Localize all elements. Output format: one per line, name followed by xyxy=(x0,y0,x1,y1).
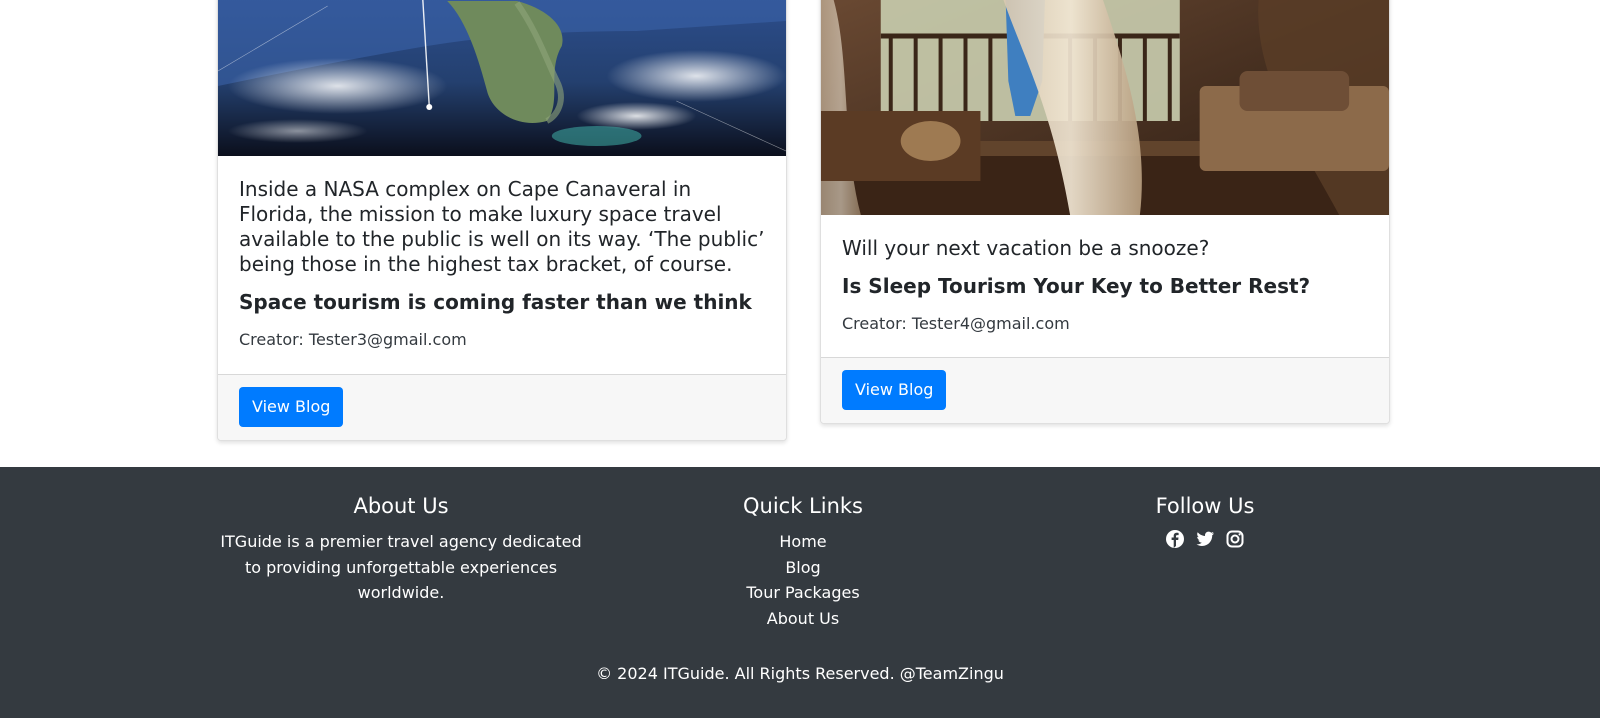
footer-link-item: Blog xyxy=(613,555,993,581)
blog-card: Inside a NASA complex on Cape Canaveral … xyxy=(217,0,787,441)
footer-copyright: © 2024 ITGuide. All Rights Reserved. @Te… xyxy=(596,664,1004,683)
social-icons xyxy=(1015,529,1395,549)
card-image-space xyxy=(218,0,786,156)
twitter-icon[interactable] xyxy=(1195,529,1215,549)
blog-cards-section: Inside a NASA complex on Cape Canaveral … xyxy=(0,0,1600,467)
footer-link-tour-packages[interactable]: Tour Packages xyxy=(746,583,859,602)
facebook-icon[interactable] xyxy=(1165,529,1185,549)
view-blog-button[interactable]: View Blog xyxy=(239,387,344,427)
footer-quick-links-list: Home Blog Tour Packages About Us xyxy=(613,529,993,631)
footer-follow-section: Follow Us xyxy=(1015,493,1395,549)
blog-card: Will your next vacation be a snooze? Is … xyxy=(820,0,1390,424)
footer-link-item: About Us xyxy=(613,606,993,632)
card-text: Will your next vacation be a snooze? xyxy=(842,236,1210,260)
footer-about-heading: About Us xyxy=(353,494,449,518)
footer-about-section: About Us ITGuide is a premier travel age… xyxy=(211,493,591,606)
card-body: Will your next vacation be a snooze? Is … xyxy=(842,236,1371,334)
view-blog-button[interactable]: View Blog xyxy=(842,370,947,410)
card-body: Inside a NASA complex on Cape Canaveral … xyxy=(239,177,768,350)
card-title: Is Sleep Tourism Your Key to Better Rest… xyxy=(842,274,1311,298)
card-text: Inside a NASA complex on Cape Canaveral … xyxy=(239,177,765,276)
card-footer: View Blog xyxy=(821,357,1389,423)
footer-link-item: Home xyxy=(613,529,993,555)
site-footer: About Us ITGuide is a premier travel age… xyxy=(0,467,1600,718)
footer-link-home[interactable]: Home xyxy=(779,532,826,551)
footer-link-blog[interactable]: Blog xyxy=(785,558,820,577)
card-title: Space tourism is coming faster than we t… xyxy=(239,290,752,314)
card-image-sleep-resort xyxy=(821,0,1389,215)
card-creator: Creator: Tester3@gmail.com xyxy=(239,330,467,349)
card-footer: View Blog xyxy=(218,374,786,440)
footer-quick-links-section: Quick Links Home Blog Tour Packages Abou… xyxy=(613,493,993,631)
footer-follow-heading: Follow Us xyxy=(1155,494,1255,518)
footer-about-text: ITGuide is a premier travel agency dedic… xyxy=(220,532,582,602)
footer-link-item: Tour Packages xyxy=(613,580,993,606)
footer-quick-links-heading: Quick Links xyxy=(742,494,863,518)
footer-link-about-us[interactable]: About Us xyxy=(767,609,839,628)
card-creator: Creator: Tester4@gmail.com xyxy=(842,314,1070,333)
instagram-icon[interactable] xyxy=(1225,529,1245,549)
